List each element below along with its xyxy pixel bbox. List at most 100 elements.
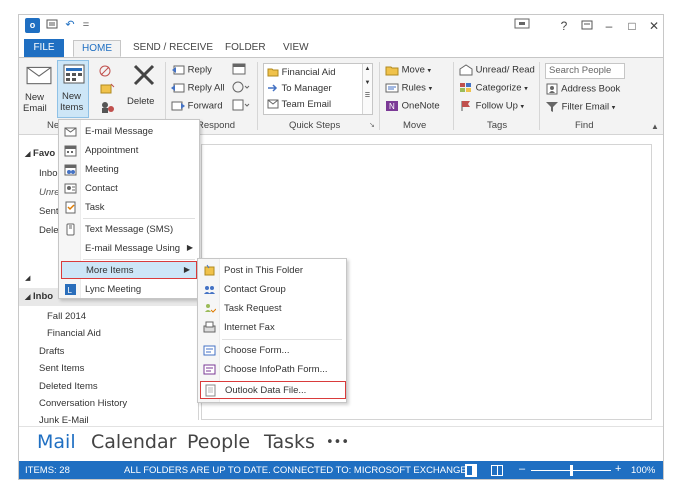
folder-item[interactable]: Junk E-Mail xyxy=(39,415,89,426)
collapse-ribbon-icon[interactable]: ▲ xyxy=(651,122,659,131)
junk-icon[interactable] xyxy=(99,100,115,117)
new-email-button[interactable]: New Email xyxy=(23,62,53,116)
menu-item-post-in-folder[interactable]: Post in This Folder xyxy=(198,262,346,280)
menu-item-choose-infopath-form[interactable]: Choose InfoPath Form... xyxy=(198,361,346,379)
menu-item-email-using[interactable]: E-mail Message Using ▶ xyxy=(59,240,199,258)
zoom-in-button[interactable]: + xyxy=(615,463,621,475)
onenote-button[interactable]: N OneNote xyxy=(385,100,440,112)
nav-mail[interactable]: Mail xyxy=(37,431,76,453)
forward-label: Forward xyxy=(187,100,223,112)
folder-item[interactable]: Conversation History xyxy=(39,398,127,409)
menu-item-contact[interactable]: Contact xyxy=(59,180,199,198)
folder-item[interactable]: Deleted Items xyxy=(39,381,98,392)
menu-item-meeting[interactable]: Meeting xyxy=(59,161,199,179)
fav-item[interactable]: Dele xyxy=(39,225,59,236)
address-book-button[interactable]: Address Book xyxy=(545,83,620,95)
zoom-level[interactable]: 100% xyxy=(631,465,655,476)
reply-all-button[interactable]: Reply All xyxy=(171,82,225,94)
close-button[interactable]: ✕ xyxy=(644,19,663,33)
folder-item[interactable]: Sent Items xyxy=(39,363,84,374)
categorize-button[interactable]: Categorize ▾ xyxy=(459,82,528,94)
outlook-app-icon[interactable]: o xyxy=(25,18,40,33)
quick-step-to-manager[interactable]: To Manager xyxy=(267,83,332,94)
chevron-up-icon[interactable]: ▲ xyxy=(363,66,372,72)
menu-item-email-message[interactable]: E-mail Message xyxy=(59,123,199,141)
favorites-header[interactable]: ◢ Favo xyxy=(25,148,55,159)
reply-icon xyxy=(172,65,185,75)
menu-separator xyxy=(222,339,342,340)
normal-view-icon[interactable] xyxy=(465,464,477,477)
more-respond-icon[interactable] xyxy=(232,99,250,114)
search-people-input[interactable]: Search People xyxy=(545,63,625,79)
restore-icon[interactable] xyxy=(577,19,597,33)
reply-button[interactable]: Reply xyxy=(171,64,212,76)
forward-button[interactable]: Forward xyxy=(171,100,222,112)
im-reply-icon[interactable] xyxy=(232,81,250,96)
tab-send-receive[interactable]: SEND / RECEIVE xyxy=(125,40,221,57)
menu-item-more-items[interactable]: More Items ▶ xyxy=(61,261,197,279)
customize-toolbar-icon[interactable]: = xyxy=(79,18,93,32)
menu-item-text-message[interactable]: Text Message (SMS) xyxy=(59,221,199,239)
quick-steps-scroll[interactable]: ▲ ▼ ☰ xyxy=(362,64,372,114)
more-icon[interactable]: ☰ xyxy=(363,92,372,99)
inbox-folder[interactable]: ◢ Inbo xyxy=(25,291,53,302)
zoom-slider-thumb[interactable] xyxy=(569,465,573,476)
categorize-icon xyxy=(460,83,471,92)
tab-folder[interactable]: FOLDER xyxy=(217,40,274,57)
menu-item-task[interactable]: Task xyxy=(59,199,199,217)
quick-step-financial-aid[interactable]: Financial Aid xyxy=(267,67,336,78)
account-expand-icon[interactable]: ◢ xyxy=(25,272,30,283)
nav-more[interactable]: ••• xyxy=(326,435,349,450)
menu-item-task-request[interactable]: Task Request xyxy=(198,300,346,318)
maximize-button[interactable]: □ xyxy=(622,19,642,33)
fav-item[interactable]: Inbo xyxy=(39,168,58,179)
reading-view-icon[interactable] xyxy=(491,465,503,476)
new-items-label-2: Items xyxy=(60,102,84,113)
tab-home[interactable]: HOME xyxy=(73,40,121,57)
quick-step-label: To Manager xyxy=(281,83,332,94)
send-receive-quick-icon[interactable] xyxy=(45,18,59,32)
folder-item[interactable]: Fall 2014 xyxy=(47,311,86,322)
cleanup-icon[interactable] xyxy=(99,82,115,99)
rules-button[interactable]: Rules ▾ xyxy=(385,82,432,94)
unread-read-label: Unread/ Read xyxy=(475,64,535,76)
chevron-down-icon[interactable]: ▼ xyxy=(363,80,372,86)
folder-item[interactable]: Financial Aid xyxy=(47,328,101,339)
menu-item-label: Choose Form... xyxy=(224,345,290,356)
nav-calendar[interactable]: Calendar xyxy=(91,431,176,453)
submenu-arrow-icon: ▶ xyxy=(186,243,193,252)
ribbon-display-icon[interactable] xyxy=(513,18,531,32)
nav-tasks[interactable]: Tasks xyxy=(264,431,315,453)
help-button[interactable]: ? xyxy=(554,19,574,33)
undo-icon[interactable]: ↶ xyxy=(63,18,77,32)
fav-item[interactable]: Unre xyxy=(39,187,60,198)
menu-item-internet-fax[interactable]: Internet Fax xyxy=(198,319,346,337)
contact-icon xyxy=(64,183,77,194)
nav-people[interactable]: People xyxy=(187,431,250,453)
minimize-button[interactable]: – xyxy=(599,19,619,33)
folder-item[interactable]: Drafts xyxy=(39,346,64,357)
folder-icon xyxy=(267,68,279,77)
fav-item[interactable]: Sent xyxy=(39,206,59,217)
find-group-label: Find xyxy=(575,120,594,131)
meeting-reply-icon[interactable] xyxy=(232,63,246,78)
menu-item-appointment[interactable]: Appointment xyxy=(59,142,199,160)
tab-file[interactable]: FILE xyxy=(24,39,64,57)
menu-item-outlook-data-file[interactable]: Outlook Data File... xyxy=(200,381,346,399)
zoom-slider[interactable] xyxy=(531,465,611,476)
menu-item-label: E-mail Message Using xyxy=(85,243,181,254)
zoom-out-button[interactable]: – xyxy=(519,463,525,475)
move-button[interactable]: Move ▾ xyxy=(385,64,431,76)
menu-item-contact-group[interactable]: Contact Group xyxy=(198,281,346,299)
menu-item-choose-form[interactable]: Choose Form... xyxy=(198,342,346,360)
menu-item-lync-meeting[interactable]: L Lync Meeting xyxy=(59,281,199,299)
filter-email-button[interactable]: Filter Email ▾ xyxy=(545,101,615,113)
quick-step-team-email[interactable]: Team Email xyxy=(267,99,331,110)
dialog-launcher-icon[interactable]: ↘ xyxy=(369,121,375,129)
unread-read-button[interactable]: Unread/ Read xyxy=(459,64,535,76)
follow-up-button[interactable]: Follow Up ▾ xyxy=(459,100,524,112)
delete-button[interactable]: Delete xyxy=(127,62,161,116)
tab-view[interactable]: VIEW xyxy=(275,40,317,57)
new-items-button[interactable]: New Items xyxy=(57,60,89,118)
ignore-icon[interactable] xyxy=(99,64,113,81)
